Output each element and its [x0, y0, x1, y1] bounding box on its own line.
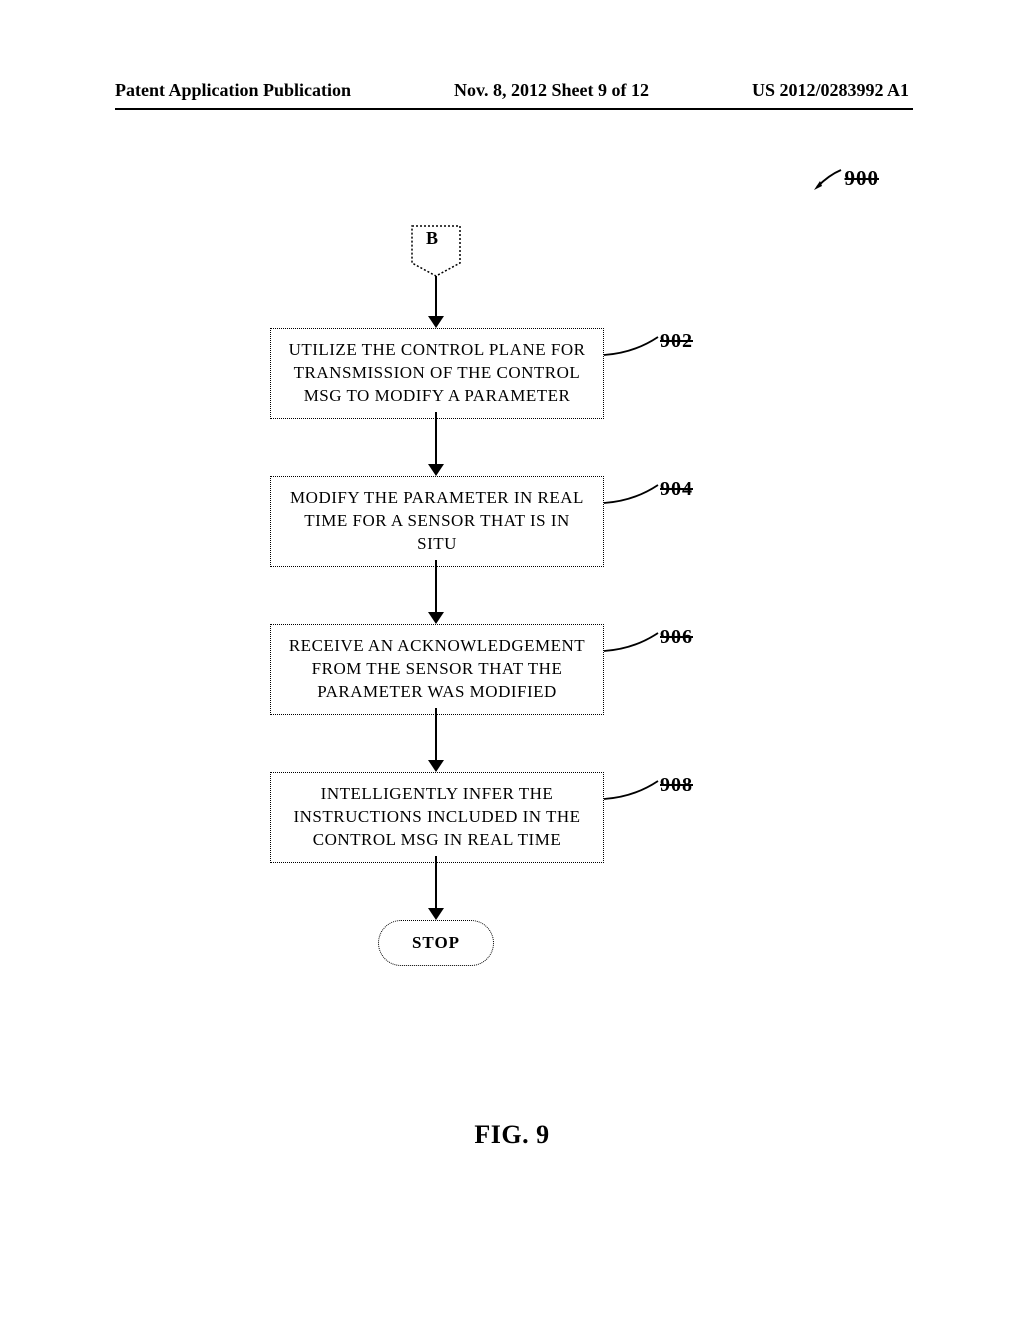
leader-902 — [604, 335, 660, 357]
arrow-3-head — [428, 612, 444, 624]
figure-reference-900: 900 — [811, 166, 880, 191]
arrow-2-line — [435, 412, 437, 466]
header-left: Patent Application Publication — [115, 80, 351, 101]
leader-908 — [604, 779, 660, 801]
arrow-2-head — [428, 464, 444, 476]
step-904-box: MODIFY THE PARAMETER IN REAL TIME FOR A … — [270, 476, 604, 567]
ref-908: 908 — [660, 774, 693, 797]
arrow-4-head — [428, 760, 444, 772]
header-center: Nov. 8, 2012 Sheet 9 of 12 — [454, 80, 649, 101]
ref-904: 904 — [660, 478, 693, 501]
ref-902: 902 — [660, 330, 693, 353]
arrow-4-line — [435, 708, 437, 762]
arrow-3-line — [435, 560, 437, 614]
arrow-1-head — [428, 316, 444, 328]
leader-904 — [604, 483, 660, 505]
connector-b-label: B — [426, 228, 438, 249]
step-908-box: INTELLIGENTLY INFER THE INSTRUCTIONS INC… — [270, 772, 604, 863]
leader-906 — [604, 631, 660, 653]
ref-900-number: 900 — [845, 166, 880, 191]
step-906-box: RECEIVE AN ACKNOWLEDGEMENT FROM THE SENS… — [270, 624, 604, 715]
header-rule — [115, 108, 913, 110]
header-right: US 2012/0283992 A1 — [752, 80, 909, 101]
arrow-5-line — [435, 856, 437, 910]
ref-906: 906 — [660, 626, 693, 649]
curved-leader-arrow-icon — [811, 167, 845, 191]
arrow-5-head — [428, 908, 444, 920]
step-902-box: UTILIZE THE CONTROL PLANE FOR TRANSMISSI… — [270, 328, 604, 419]
figure-label: FIG. 9 — [0, 1120, 1024, 1150]
page-header: Patent Application Publication Nov. 8, 2… — [0, 80, 1024, 101]
terminator-stop: STOP — [378, 920, 494, 966]
arrow-1-line — [435, 276, 437, 318]
